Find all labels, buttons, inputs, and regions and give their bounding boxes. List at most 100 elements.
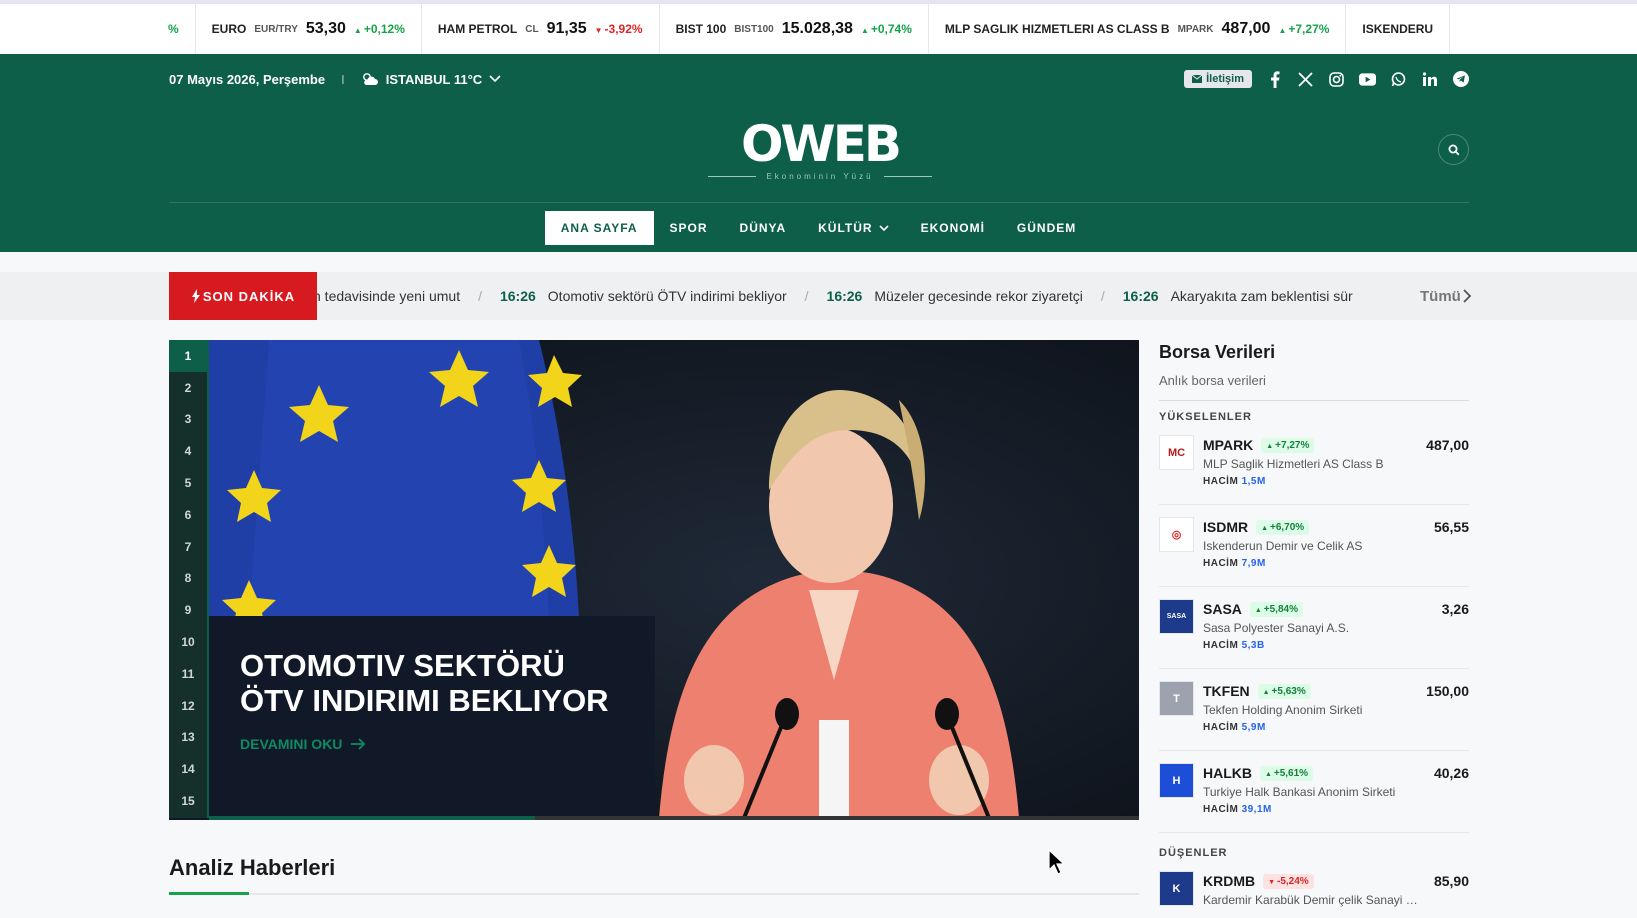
stock-volume-label: HACİM — [1203, 640, 1239, 651]
breaking-item[interactable]: 16:26 Otomotiv sektörü ÖTV indirimi bekli… — [500, 288, 827, 304]
ticker-price: 53,30 — [305, 20, 346, 37]
chevron-down-icon — [489, 75, 501, 83]
pager-item-4[interactable]: 4 — [169, 435, 207, 467]
pager-item-13[interactable]: 13 — [169, 722, 207, 754]
stock-volume-label: HACİM — [1203, 804, 1239, 815]
pager-item-6[interactable]: 6 — [169, 499, 207, 531]
breaking-all-link[interactable]: Tümü — [1420, 272, 1472, 320]
stock-row[interactable]: ◎ ISDMR ▲ +6,70% Iskenderun Demir ve Celik … — [1159, 505, 1469, 587]
telegram-icon[interactable] — [1452, 71, 1469, 88]
stock-info: MPARK ▲ +7,27% MLP Saglik Hizmetleri AS Cl… — [1203, 437, 1426, 492]
facebook-icon[interactable] — [1266, 70, 1283, 88]
stock-row[interactable]: MC MPARK ▲ +7,27% MLP Saglik Hizmetleri AS … — [1159, 423, 1469, 505]
logo-rule-right — [883, 176, 932, 177]
pager-item-9[interactable]: 9 — [169, 594, 207, 626]
topbar-divider: I — [341, 71, 345, 87]
nav-item-5[interactable]: GÜNDEM — [1001, 211, 1092, 245]
breaking-text: Otomotiv sektörü ÖTV indirimi bekliyor — [547, 288, 787, 304]
stock-row[interactable]: H HALKB ▲ +5,61% Turkiye Halk Bankasi Anoni… — [1159, 751, 1469, 833]
ticker-item[interactable]: MLP SAGLIK HIZMETLERI AS CLASS B MPARK 487… — [929, 4, 1347, 54]
stock-code: HALKB — [1203, 765, 1252, 781]
stock-row[interactable]: SASA SASA ▲ +5,84% Sasa Polyester Sanayi A.… — [1159, 587, 1469, 669]
stock-price: 150,00 — [1426, 683, 1469, 699]
stock-volume-value: 5,9M — [1241, 722, 1266, 733]
ticker-price: 91,35 — [546, 20, 587, 37]
nav-label: DÜNYA — [739, 221, 787, 235]
analysis-section: Analiz Haberleri — [169, 855, 1139, 895]
nav-item-3[interactable]: KÜLTÜR — [802, 211, 904, 245]
stock-row[interactable]: T TKFEN ▲ +5,63% Tekfen Holding Anonim Sirk… — [1159, 669, 1469, 751]
headline-slider[interactable]: 1 2 3 4 5 6 7 8 9 10 11 12 13 14 15 OTOM… — [169, 340, 1139, 820]
ticker-item[interactable]: EURO EUR/TRY 53,30 ▲ +0,12% — [196, 4, 422, 54]
mouse-cursor — [1048, 849, 1066, 875]
instagram-icon[interactable] — [1328, 71, 1345, 88]
stock-change-badge: ▲ +5,63% — [1257, 683, 1311, 699]
ticker-item[interactable]: HAM PETROL CL 91,35 ▼ -3,92% — [422, 4, 660, 54]
breaking-news-bar: SON DAKİKA n tedavisinde yeni umut/16:26… — [0, 272, 1637, 320]
site-logo[interactable]: OWEB Ekonominin Yüzü — [700, 118, 940, 181]
read-more-label: DEVAMINI OKU — [240, 736, 343, 752]
ticker-item[interactable]: ISKENDERU — [1346, 4, 1451, 54]
pager-item-3[interactable]: 3 — [169, 404, 207, 436]
weather-widget[interactable]: ISTANBUL 11°C — [361, 72, 501, 87]
stock-name: Sasa Polyester Sanayi A.S. — [1203, 621, 1350, 635]
stock-row[interactable]: K KRDMB ▼ -5,24% Kardemir Karabük Demir çel… — [1159, 859, 1469, 918]
breaking-item[interactable]: 16:26 Akaryakıta zam beklentisi sür — [1123, 288, 1371, 304]
breaking-text: n tedavisinde yeni umut — [317, 288, 461, 304]
ticker-item[interactable]: BIST 100 BIST100 15.028,38 ▲ +0,74% — [660, 4, 929, 54]
stock-info: KRDMB ▼ -5,24% Kardemir Karabük Demir çeli… — [1203, 873, 1434, 918]
stock-widget: Borsa Verileri Anlık borsa verileri YÜKS… — [1159, 342, 1469, 918]
nav-item-4[interactable]: EKONOMİ — [905, 211, 1001, 245]
breaking-item[interactable]: n tedavisinde yeni umut / — [317, 288, 500, 304]
pager-item-1[interactable]: 1 — [169, 340, 207, 372]
nav-item-2[interactable]: DÜNYA — [724, 211, 803, 245]
pager-item-12[interactable]: 12 — [169, 690, 207, 722]
pager-item-14[interactable]: 14 — [169, 753, 207, 785]
breaking-item[interactable]: 16:26 Müzeler gecesinde rekor ziyaretçi / — [827, 288, 1123, 304]
stock-change-badge: ▲ +5,61% — [1260, 765, 1314, 781]
ticker-price: 15.028,38 — [781, 20, 853, 37]
linkedin-icon[interactable] — [1421, 71, 1438, 88]
pager-item-15[interactable]: 15 — [169, 785, 207, 817]
pager-item-2[interactable]: 2 — [169, 372, 207, 404]
nav-item-0[interactable]: ANA SAYFA — [544, 211, 654, 245]
social-links: İletişim — [1184, 70, 1469, 88]
nav-item-1[interactable]: SPOR — [654, 211, 724, 245]
stock-widget-title: Borsa Verileri — [1159, 342, 1276, 362]
main-nav: ANA SAYFA SPOR DÜNYA KÜLTÜR EKONOMİ GÜNDEM — [0, 211, 1637, 245]
pager-item-11[interactable]: 11 — [169, 658, 207, 690]
stock-change-value: +7,27% — [1275, 439, 1310, 451]
whatsapp-icon[interactable] — [1390, 71, 1407, 88]
pager-item-5[interactable]: 5 — [169, 467, 207, 499]
pager-item-10[interactable]: 10 — [169, 626, 207, 658]
stock-change-value: -5,24% — [1276, 875, 1309, 887]
pager-item-7[interactable]: 7 — [169, 531, 207, 563]
stock-code: TKFEN — [1203, 683, 1250, 699]
cloud-sun-icon — [362, 73, 378, 85]
breaking-time: 16:26 — [499, 288, 536, 304]
contact-button[interactable]: İletişim — [1184, 70, 1252, 88]
stock-volume: HACİM 39,1M — [1203, 804, 1434, 815]
ticker-change-value: % — [168, 22, 179, 36]
stock-name: Turkiye Halk Bankasi Anonim Sirketi — [1203, 785, 1396, 799]
breaking-separator: / — [1100, 288, 1105, 304]
ticker-item[interactable]: % — [168, 4, 196, 54]
stock-volume-value: 5,3B — [1241, 640, 1265, 651]
youtube-icon[interactable] — [1359, 71, 1376, 88]
pager-item-8[interactable]: 8 — [169, 563, 207, 595]
weather-text: ISTANBUL 11°C — [385, 71, 483, 87]
stock-code: SASA — [1203, 601, 1242, 617]
x-twitter-icon[interactable] — [1297, 71, 1314, 88]
read-more-link[interactable]: DEVAMINI OKU — [240, 736, 624, 752]
breaking-time: 16:26 — [826, 288, 863, 304]
nav-label: EKONOMİ — [920, 221, 985, 235]
slide-progress-track — [209, 816, 1139, 820]
stock-price: 56,55 — [1433, 519, 1469, 535]
search-button[interactable] — [1438, 134, 1469, 165]
stock-volume: HACİM 5,3B — [1203, 640, 1442, 651]
stock-code: KRDMB — [1203, 873, 1256, 889]
caret-up-icon: ▲ — [353, 26, 362, 35]
slide-headline[interactable]: OTOMOTIV SEKTÖRÜ ÖTV INDIRIMI BEKLIYOR — [240, 648, 624, 718]
breaking-all-label: Tümü — [1420, 287, 1461, 305]
slide-progress-bar — [209, 816, 535, 820]
